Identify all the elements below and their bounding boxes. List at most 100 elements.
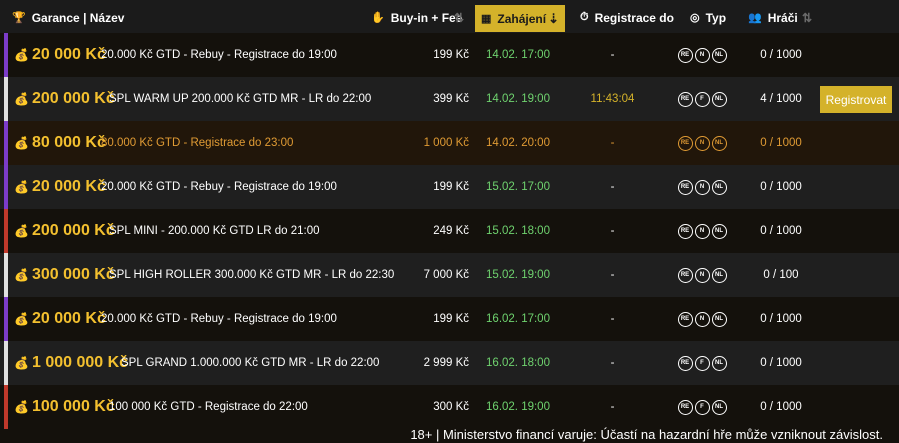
- tournament-type-badges: RE N NL: [677, 297, 727, 341]
- type-badge: N: [694, 179, 710, 195]
- tournament-type-badges: RE N NL: [677, 209, 727, 253]
- row-category-stripe: [4, 385, 8, 429]
- column-header-type-label: Typ: [705, 10, 727, 25]
- player-count: 0 / 1000: [760, 225, 802, 237]
- start-time: 15.02. 17:00: [486, 181, 550, 193]
- money-hand-icon: ✋: [371, 12, 385, 24]
- tournament-row[interactable]: 💰 1 000 000 Kč SPL GRAND 1.000.000 Kč GTD …: [0, 341, 899, 385]
- guarantee-amount: 100 000 Kč: [32, 398, 115, 415]
- tournament-row[interactable]: 💰 20 000 Kč 20.000 Kč GTD - Rebuy - Regist…: [0, 33, 899, 77]
- column-header-players[interactable]: 👥 Hráči: [748, 0, 798, 35]
- tournament-type-badges: RE F NL: [677, 77, 727, 121]
- tournament-row[interactable]: 💰 20 000 Kč 20.000 Kč GTD - Rebuy - Regist…: [0, 297, 899, 341]
- tournament-row[interactable]: 💰 80 000 Kč 80.000 Kč GTD - Registrace do …: [0, 121, 899, 165]
- tournament-name[interactable]: 100 000 Kč GTD - Registrace do 22:00: [109, 385, 308, 429]
- type-badge: RE: [677, 311, 693, 327]
- row-category-stripe: [4, 297, 8, 341]
- column-header-registration-label: Registrace do: [594, 10, 674, 25]
- row-category-stripe: [4, 121, 8, 165]
- sort-players-icon[interactable]: ⇅: [802, 0, 812, 35]
- row-category-stripe: [4, 77, 8, 121]
- register-button[interactable]: Registrovat: [820, 86, 892, 113]
- column-header-name[interactable]: 🏆 Garance | Název: [12, 0, 124, 35]
- calendar-icon: ▦: [481, 13, 492, 25]
- column-header-registration[interactable]: ⏱ Registrace do: [580, 0, 674, 35]
- column-header-start[interactable]: ▦ Zahájení ⇣: [475, 5, 565, 32]
- money-bag-icon: 💰: [14, 400, 29, 414]
- tournament-type-badges: RE N NL: [677, 165, 727, 209]
- start-time: 14.02. 17:00: [486, 49, 550, 61]
- tournament-name[interactable]: SPL MINI - 200.000 Kč GTD LR do 21:00: [109, 209, 320, 253]
- type-badge: RE: [677, 179, 693, 195]
- buyin-value: 300 Kč: [433, 401, 469, 413]
- money-bag-icon: 💰: [14, 48, 29, 62]
- sort-buyin-icon[interactable]: ⇅: [454, 0, 464, 35]
- guarantee-amount: 20 000 Kč: [32, 310, 106, 327]
- registration-deadline: -: [610, 401, 615, 413]
- tournament-type-badges: RE F NL: [677, 341, 727, 385]
- guarantee-amount: 200 000 Kč: [32, 90, 115, 107]
- tournament-type-badges: RE F NL: [677, 385, 727, 429]
- type-badge: RE: [677, 399, 693, 415]
- player-count: 0 / 1000: [760, 401, 802, 413]
- registration-deadline: -: [610, 225, 615, 237]
- tournament-row[interactable]: 💰 20 000 Kč 20.000 Kč GTD - Rebuy - Regist…: [0, 165, 899, 209]
- column-header-buyin-label: Buy-in + Fee: [390, 10, 463, 25]
- column-header-start-label: Zahájení: [497, 11, 547, 26]
- money-bag-icon: 💰: [14, 136, 29, 150]
- type-badge: RE: [677, 223, 693, 239]
- tournament-name[interactable]: SPL HIGH ROLLER 300.000 Kč GTD MR - LR d…: [109, 253, 394, 297]
- tournament-name[interactable]: 80.000 Kč GTD - Registrace do 23:00: [101, 121, 293, 165]
- tournament-row[interactable]: 💰 100 000 Kč 100 000 Kč GTD - Registrace d…: [0, 385, 899, 429]
- tournament-name[interactable]: SPL WARM UP 200.000 Kč GTD MR - LR do 22…: [109, 77, 371, 121]
- player-count: 0 / 100: [763, 269, 799, 281]
- type-badge: N: [694, 47, 710, 63]
- registration-deadline: -: [610, 49, 615, 61]
- registration-deadline: -: [610, 269, 615, 281]
- tournament-row[interactable]: 💰 200 000 Kč SPL WARM UP 200.000 Kč GTD MR…: [0, 77, 899, 121]
- tournament-name[interactable]: 20.000 Kč GTD - Rebuy - Registrace do 19…: [101, 33, 337, 77]
- player-count: 0 / 1000: [760, 49, 802, 61]
- tournament-name[interactable]: 20.000 Kč GTD - Rebuy - Registrace do 19…: [101, 297, 337, 341]
- tournament-name[interactable]: SPL GRAND 1.000.000 Kč GTD MR - LR do 22…: [121, 341, 379, 385]
- tournament-row[interactable]: 💰 200 000 Kč SPL MINI - 200.000 Kč GTD LR …: [0, 209, 899, 253]
- sort-ascending-icon[interactable]: ⇣: [548, 11, 559, 27]
- money-bag-icon: 💰: [14, 268, 29, 282]
- start-time: 16.02. 17:00: [486, 313, 550, 325]
- row-category-stripe: [4, 165, 8, 209]
- tournament-row[interactable]: 💰 300 000 Kč SPL HIGH ROLLER 300.000 Kč GT…: [0, 253, 899, 297]
- buyin-value: 249 Kč: [433, 225, 469, 237]
- column-header-type[interactable]: ◎ Typ: [690, 0, 726, 35]
- start-time: 15.02. 18:00: [486, 225, 550, 237]
- registration-deadline: -: [610, 181, 615, 193]
- money-bag-icon: 💰: [14, 180, 29, 194]
- type-badge: N: [694, 311, 710, 327]
- guarantee-amount: 20 000 Kč: [32, 178, 106, 195]
- buyin-value: 7 000 Kč: [423, 269, 469, 281]
- type-badge: NL: [711, 267, 727, 283]
- player-count: 4 / 1000: [760, 93, 802, 105]
- column-header-buyin[interactable]: ✋ Buy-in + Fee: [371, 0, 462, 35]
- money-bag-icon: 💰: [14, 224, 29, 238]
- type-badge: NL: [711, 399, 727, 415]
- tournament-name[interactable]: 20.000 Kč GTD - Rebuy - Registrace do 19…: [101, 165, 337, 209]
- column-header-players-label: Hráči: [767, 10, 798, 25]
- registration-deadline: 11:43:04: [590, 93, 635, 105]
- buyin-value: 199 Kč: [433, 313, 469, 325]
- trophy-icon: 🏆: [12, 12, 26, 24]
- money-bag-icon: 💰: [14, 356, 29, 370]
- start-time: 16.02. 18:00: [486, 357, 550, 369]
- row-category-stripe: [4, 33, 8, 77]
- money-bag-icon: 💰: [14, 312, 29, 326]
- type-badge: NL: [711, 179, 727, 195]
- player-count: 0 / 1000: [760, 181, 802, 193]
- buyin-value: 199 Kč: [433, 181, 469, 193]
- registration-deadline: -: [610, 137, 615, 149]
- start-time: 15.02. 19:00: [486, 269, 550, 281]
- type-badge: F: [694, 399, 710, 415]
- start-time: 14.02. 20:00: [486, 137, 550, 149]
- type-badge: NL: [711, 47, 727, 63]
- row-category-stripe: [4, 341, 8, 385]
- type-badge: F: [694, 355, 710, 371]
- type-badge: NL: [711, 311, 727, 327]
